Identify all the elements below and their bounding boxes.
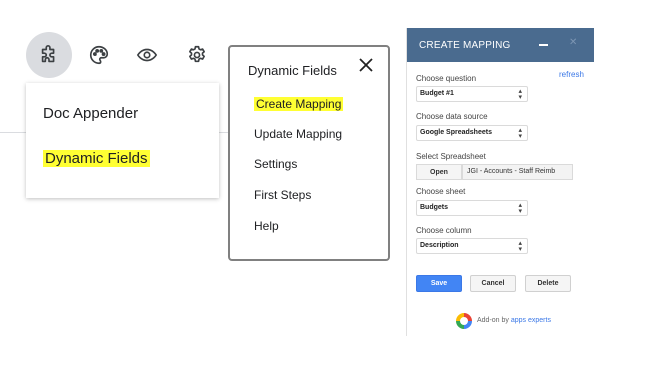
column-select[interactable]: Description ▴ ▾ [416,238,528,254]
create-mapping-dialog: CREATE MAPPING ✕ refresh Choose question… [406,28,594,336]
addons-menu: Doc Appender Dynamic Fields [26,83,219,198]
source-select[interactable]: Google Spreadsheets ▴ ▾ [416,125,528,141]
select-arrows-icon: ▴ ▾ [518,88,522,101]
refresh-link[interactable]: refresh [559,70,584,79]
sheet-label: Choose sheet [416,187,466,196]
eye-icon [136,48,158,62]
select-arrows-icon: ▴ ▾ [518,240,522,253]
addons-button[interactable] [26,32,72,78]
puzzle-icon [41,45,55,63]
menu-item-label: Help [254,219,279,233]
preview-button[interactable] [124,32,170,78]
save-button[interactable]: Save [416,275,462,292]
menu-item-label: First Steps [254,188,312,202]
dynamic-fields-menu: Dynamic Fields Create Mapping Update Map… [228,45,390,261]
select-value: Budgets [420,204,448,211]
footer-prefix: Add-on by [477,317,509,324]
select-arrows-icon: ▴ ▾ [518,202,522,215]
spreadsheet-name: JGI - Accounts - Staff Reimb [462,164,573,180]
menu-item-first-steps[interactable]: First Steps [254,188,311,202]
select-arrows-icon: ▴ ▾ [518,127,522,140]
menu-item-label: Dynamic Fields [43,150,150,167]
apps-experts-logo-icon [456,313,472,329]
select-value: Description [420,242,459,249]
dialog-header: CREATE MAPPING ✕ [407,28,594,62]
menu-title: Dynamic Fields [248,63,337,78]
close-icon[interactable]: ✕ [569,37,577,48]
question-select[interactable]: Budget #1 ▴ ▾ [416,86,528,102]
column-label: Choose column [416,226,472,235]
footer-brand-link[interactable]: apps experts [511,317,551,324]
select-value: Budget #1 [420,90,454,97]
select-value: Google Spreadsheets [420,129,492,136]
settings-button[interactable] [174,32,220,78]
menu-item-dynamic-fields[interactable]: Dynamic Fields [43,150,150,167]
theme-button[interactable] [76,32,122,78]
footer-text: Add-on by apps experts [477,317,551,324]
source-label: Choose data source [416,112,488,121]
menu-item-label: Settings [254,157,298,171]
menu-item-create-mapping[interactable]: Create Mapping [254,97,344,111]
minimize-icon[interactable] [539,44,548,46]
cancel-button[interactable]: Cancel [470,275,516,292]
menu-item-update-mapping[interactable]: Update Mapping [254,127,342,141]
delete-button[interactable]: Delete [525,275,571,292]
menu-item-settings[interactable]: Settings [254,157,297,171]
menu-item-label: Update Mapping [254,127,343,141]
close-icon[interactable] [358,57,374,73]
open-spreadsheet-button[interactable]: Open [416,164,462,180]
palette-icon [90,45,109,65]
menu-item-label: Create Mapping [254,97,344,111]
dialog-title: CREATE MAPPING [419,40,511,51]
sheet-select[interactable]: Budgets ▴ ▾ [416,200,528,216]
spreadsheet-label: Select Spreadsheet [416,152,486,161]
addons-toolbar [26,30,226,82]
question-label: Choose question [416,74,477,83]
gear-icon [189,45,205,63]
menu-item-help[interactable]: Help [254,219,279,233]
menu-item-doc-appender[interactable]: Doc Appender [43,105,138,122]
menu-item-label: Doc Appender [43,105,139,122]
